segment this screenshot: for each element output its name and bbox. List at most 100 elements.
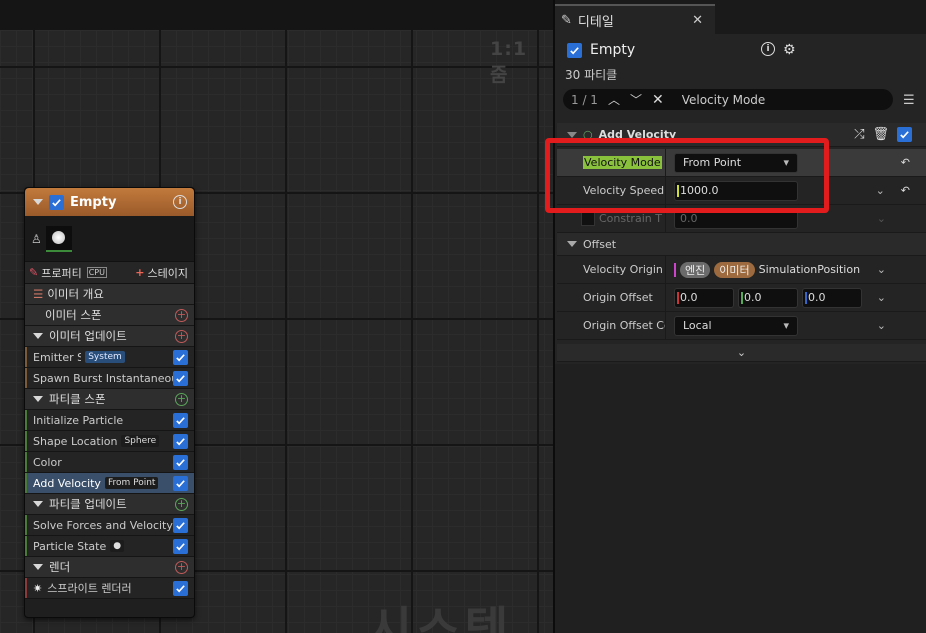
origin-offset-y[interactable]: 0.0 [738,287,798,308]
collapse-icon[interactable] [33,564,43,570]
module-color[interactable]: Color [25,452,194,473]
section-offset[interactable]: Offset [557,233,926,256]
origin-offset-coord-dropdown[interactable]: Local ▾ [674,315,798,336]
module-enable-checkbox[interactable] [173,433,188,449]
show-advanced[interactable]: ⌄ [557,344,926,362]
origin-offset-z[interactable]: 0.0 [802,287,862,308]
chevron-down-icon[interactable]: ⌄ [876,184,885,197]
chevron-down-icon[interactable]: ⌄ [877,319,886,332]
render-section[interactable]: 렌더 + [25,557,194,578]
add-module-icon[interactable]: + [175,392,188,406]
trash-icon[interactable]: 🗑 [872,127,889,142]
module-badge: System [85,351,125,363]
graph-canvas[interactable]: 1:1 줌 시스템 Empty i ♙ ✎ 프로퍼티 CPU + 스테이지 ☰ … [0,0,553,633]
chevron-up-icon[interactable]: ︿ [608,91,620,108]
object-icons: i ⚙ [761,42,796,58]
emitter-thumbnail-row: ♙ [25,216,194,262]
add-module-icon[interactable]: + [175,329,188,343]
emitter-thumbnail[interactable] [45,225,72,252]
chevron-down-icon[interactable]: ⌄ [877,291,886,304]
close-icon[interactable]: ✕ [692,13,703,28]
module-enable-checkbox[interactable] [173,349,188,365]
chevron-down-icon[interactable]: ⌄ [877,263,886,276]
zoom-level: 1:1 줌 [490,38,528,86]
collapse-icon[interactable] [33,199,43,205]
module-enable-checkbox[interactable] [173,475,188,491]
gear-icon[interactable]: ⚙ [783,42,796,58]
cpu-badge: CPU [86,267,107,278]
module-enable-checkbox[interactable] [173,538,188,554]
filter-icon[interactable]: ☰ [903,93,915,108]
origin-pill-engine[interactable]: 엔진 [680,261,711,278]
pencil-icon: ✎ [561,12,572,28]
add-module-icon[interactable]: + [175,308,188,322]
particle-update-section[interactable]: 파티클 업데이트 + [25,494,194,515]
velocity-origin-label: Velocity Origin [583,263,663,276]
search-bar[interactable]: 1 / 1 ︿ ﹀ ✕ Velocity Mode [563,89,893,110]
module-initialize-particle[interactable]: Initialize Particle [25,410,194,431]
shuffle-icon[interactable]: ⤮ [854,127,864,142]
prop-origin-offset-coord: Origin Offset Co Local ▾ ⌄ [557,312,926,340]
collapse-icon[interactable] [33,396,43,402]
stage-button[interactable]: 스테이지 [148,265,188,281]
emitter-summary[interactable]: ☰ 이미터 개요 [25,284,194,305]
emitter-update-section[interactable]: 이미터 업데이트 + [25,326,194,347]
person-icon[interactable]: ♙ [31,232,42,246]
details-panel: ✎ 디테일 ✕ Empty i ⚙ 30 파티클 1 / 1 ︿ ﹀ ✕ Vel… [553,0,926,633]
module-badge-dot-icon: ● [110,540,125,552]
add-stage-icon[interactable]: + [135,266,144,279]
module-solve-forces[interactable]: Solve Forces and Velocity [25,515,194,536]
collapse-icon[interactable] [33,333,43,339]
emitter-node-header[interactable]: Empty i [25,188,194,216]
tab-details[interactable]: ✎ 디테일 ✕ [555,4,715,34]
clear-search-icon[interactable]: ✕ [652,92,664,108]
module-shape-location[interactable]: Shape Location Sphere [25,431,194,452]
emitter-node[interactable]: Empty i ♙ ✎ 프로퍼티 CPU + 스테이지 ☰ 이미터 개요 이미터… [24,187,195,618]
add-renderer-icon[interactable]: + [175,560,188,574]
sprite-icon: ✷ [33,581,43,595]
reset-icon[interactable]: ↶ [901,156,910,169]
module-add-velocity[interactable]: Add Velocity From Point [25,473,194,494]
constrain-checkbox[interactable] [581,211,595,226]
node-tab-row: ✎ 프로퍼티 CPU + 스테이지 [25,262,194,284]
origin-value: SimulationPosition [758,263,861,276]
info-icon[interactable]: i [761,42,775,56]
collapse-icon[interactable] [567,131,577,138]
particle-count: 30 파티클 [565,68,618,82]
object-enable-checkbox[interactable] [567,42,582,58]
origin-pill-emitter[interactable]: 이미터 [714,261,755,278]
module-enable-checkbox[interactable] [173,517,188,533]
graph-watermark: 시스템 [368,602,513,633]
info-icon[interactable]: i [173,195,187,209]
chevron-down-icon[interactable]: ﹀ [630,91,642,108]
module-enable-checkbox[interactable] [173,370,188,386]
reset-icon[interactable]: ↶ [901,184,910,197]
module-spawn-burst[interactable]: Spawn Burst Instantaneous [25,368,194,389]
module-badge: From Point [104,477,159,489]
collapse-icon[interactable] [567,241,577,247]
search-input[interactable]: Velocity Mode [682,93,766,107]
particle-spawn-section[interactable]: 파티클 스폰 + [25,389,194,410]
emitter-spawn-section[interactable]: 이미터 스폰 + [25,305,194,326]
chevron-down-icon: ▾ [783,319,789,332]
chevron-down-icon[interactable]: ⌄ [737,346,746,359]
module-enable-checkbox[interactable] [173,580,188,596]
module-enable-checkbox[interactable] [173,412,188,428]
chevron-down-icon[interactable]: ⌄ [877,212,886,225]
module-badge: Sphere [121,435,160,447]
module-particle-state[interactable]: Particle State ● [25,536,194,557]
module-emitter-state[interactable]: Emitter State System [25,347,194,368]
origin-offset-label: Origin Offset [583,291,653,304]
origin-offset-x[interactable]: 0.0 [674,287,734,308]
module-sprite-renderer[interactable]: ✷ 스프라이트 렌더러 [25,578,194,599]
graph-toolbar [0,0,553,30]
emitter-enable-checkbox[interactable] [49,194,64,210]
section-enable-checkbox[interactable] [897,127,912,142]
collapse-icon[interactable] [33,501,43,507]
add-module-icon[interactable]: + [175,497,188,511]
emitter-title: Empty [70,194,117,210]
list-icon: ☰ [33,287,44,301]
properties-tab[interactable]: 프로퍼티 [41,265,81,281]
origin-offset-coord-label: Origin Offset Co [583,319,665,332]
module-enable-checkbox[interactable] [173,454,188,470]
